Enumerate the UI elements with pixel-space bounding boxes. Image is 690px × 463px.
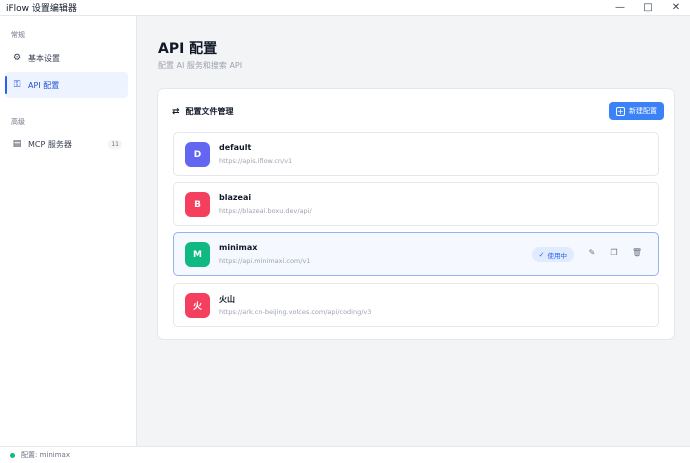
sidebar-item-label: MCP 服务器	[28, 139, 72, 149]
avatar: D	[185, 142, 210, 167]
sidebar-item-basic-settings[interactable]: ⚙ 基本设置	[5, 45, 128, 71]
profile-name: default	[219, 143, 252, 152]
sidebar-section-general: 常规	[11, 31, 25, 39]
new-profile-button[interactable]: + 新建配置	[609, 102, 664, 120]
sidebar-item-label: 基本设置	[28, 53, 60, 63]
main-content: API 配置 配置 AI 服务和搜索 API ⇄ 配置文件管理 + 新建配置 D…	[137, 16, 690, 446]
profile-name: 火山	[219, 295, 235, 304]
edit-icon[interactable]: ✎	[586, 248, 598, 257]
profile-item-huoshan[interactable]: 火 火山 https://ark.cn-beijing.volces.com/a…	[173, 283, 659, 327]
new-profile-label: 新建配置	[629, 107, 657, 115]
gear-icon: ⚙	[12, 53, 22, 63]
key-icon: ⚿	[13, 80, 21, 90]
sidebar-section-advanced: 高级	[11, 118, 25, 126]
profile-name: blazeai	[219, 193, 252, 202]
avatar: M	[185, 242, 210, 267]
profile-name: minimax	[219, 243, 258, 252]
sidebar-item-label: API 配置	[28, 80, 60, 90]
copy-icon[interactable]: ❐	[608, 248, 620, 257]
sidebar: 常规 ⚙ 基本设置 ⚿ API 配置 高级 ▤ MCP 服务器 11	[0, 16, 137, 446]
server-icon: ▤	[12, 139, 22, 149]
delete-icon[interactable]: 🗑	[631, 248, 643, 257]
profile-item-minimax[interactable]: M minimax https://api.minimaxi.com/v1 ✓ …	[173, 232, 659, 276]
badge-label: 使用中	[547, 251, 568, 260]
profile-item-default[interactable]: D default https://apis.iflow.cn/v1	[173, 132, 659, 176]
sidebar-item-api-config[interactable]: ⚿ API 配置	[5, 72, 128, 98]
maximize-icon[interactable]: □	[634, 0, 662, 16]
profile-panel: ⇄ 配置文件管理 + 新建配置 D default https://apis.i…	[157, 88, 675, 340]
status-text: 配置: minimax	[21, 451, 70, 459]
status-dot	[10, 452, 15, 458]
minimize-icon[interactable]: —	[606, 0, 634, 16]
panel-title: 配置文件管理	[185, 107, 234, 116]
page-title: API 配置	[158, 41, 218, 57]
in-use-badge: ✓ 使用中	[531, 247, 574, 262]
profile-url: https://apis.iflow.cn/v1	[219, 157, 293, 165]
panel-header: ⇄ 配置文件管理	[172, 106, 234, 117]
count-badge: 11	[108, 139, 122, 149]
window-title: iFlow 设置编辑器	[6, 4, 77, 14]
plus-icon: +	[616, 106, 625, 116]
close-icon[interactable]: ✕	[662, 0, 690, 16]
status-bar: 配置: minimax	[0, 446, 690, 463]
swap-icon: ⇄	[172, 106, 180, 117]
sidebar-item-mcp-servers[interactable]: ▤ MCP 服务器 11	[5, 131, 128, 157]
avatar: B	[185, 192, 210, 217]
avatar: 火	[185, 293, 210, 318]
check-icon: ✓	[538, 250, 545, 259]
title-bar: iFlow 设置编辑器 — □ ✕	[0, 0, 690, 16]
profile-url: https://api.minimaxi.com/v1	[219, 257, 311, 265]
profile-item-blazeai[interactable]: B blazeai https://blazeai.boxu.dev/api/	[173, 182, 659, 226]
profile-url: https://ark.cn-beijing.volces.com/api/co…	[219, 308, 372, 316]
profile-url: https://blazeai.boxu.dev/api/	[219, 207, 312, 215]
page-subtitle: 配置 AI 服务和搜索 API	[158, 61, 243, 70]
